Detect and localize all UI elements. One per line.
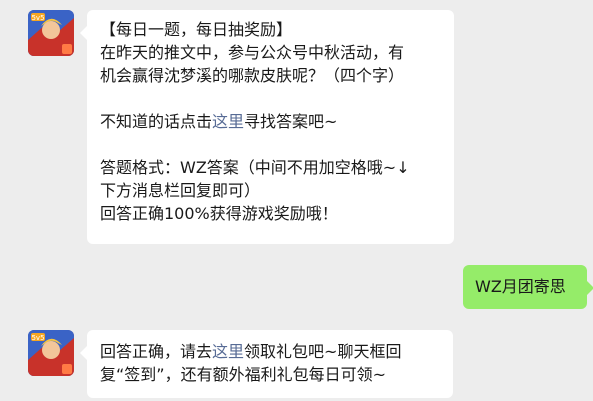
message-text: 回答正确，请去 [100, 342, 213, 361]
message-text: 【每日一题，每日抽奖励】 [100, 20, 293, 39]
svg-text:5v5: 5v5 [31, 14, 44, 22]
message-bubble-user-answer[interactable]: WZ月团寄思 [463, 265, 593, 309]
message-bubble-question[interactable]: 【每日一题，每日抽奖励】 在昨天的推文中，参与公众号中秋活动，有 机会赢得沈梦溪… [80, 10, 454, 244]
message-text: WZ月团寄思 [475, 277, 566, 296]
message-text-with-link: 回答正确，请去这里领取礼包吧~聊天框回 [100, 340, 453, 363]
official-account-avatar-icon[interactable]: 5v5 [28, 10, 74, 56]
message-text: 回答正确100%获得游戏奖励哦！ [100, 204, 338, 223]
message-text: 下方消息栏回复即可） [100, 181, 261, 200]
message-text-with-link: 不知道的话点击这里寻找答案吧~ [100, 110, 454, 133]
message-text: 寻找答案吧~ [244, 112, 338, 131]
here-link[interactable]: 这里 [212, 342, 244, 361]
message-text: 领取礼包吧~聊天框回 [244, 342, 402, 361]
message-text: 机会赢得沈梦溪的哪款皮肤呢？（四个字） [100, 66, 405, 85]
here-link[interactable]: 这里 [212, 112, 244, 131]
message-text: 复“签到”，还有额外福利礼包每日可领~ [100, 365, 386, 384]
official-account-avatar-icon[interactable]: 5v5 [28, 330, 74, 376]
message-text: 答题格式：WZ答案（中间不用加空格哦~↓ [100, 158, 410, 177]
message-text: 不知道的话点击 [100, 112, 213, 131]
svg-text:5v5: 5v5 [31, 334, 44, 342]
message-bubble-confirmation[interactable]: 回答正确，请去这里领取礼包吧~聊天框回 复“签到”，还有额外福利礼包每日可领~ [80, 330, 453, 398]
message-text: 在昨天的推文中，参与公众号中秋活动，有 [100, 43, 405, 62]
